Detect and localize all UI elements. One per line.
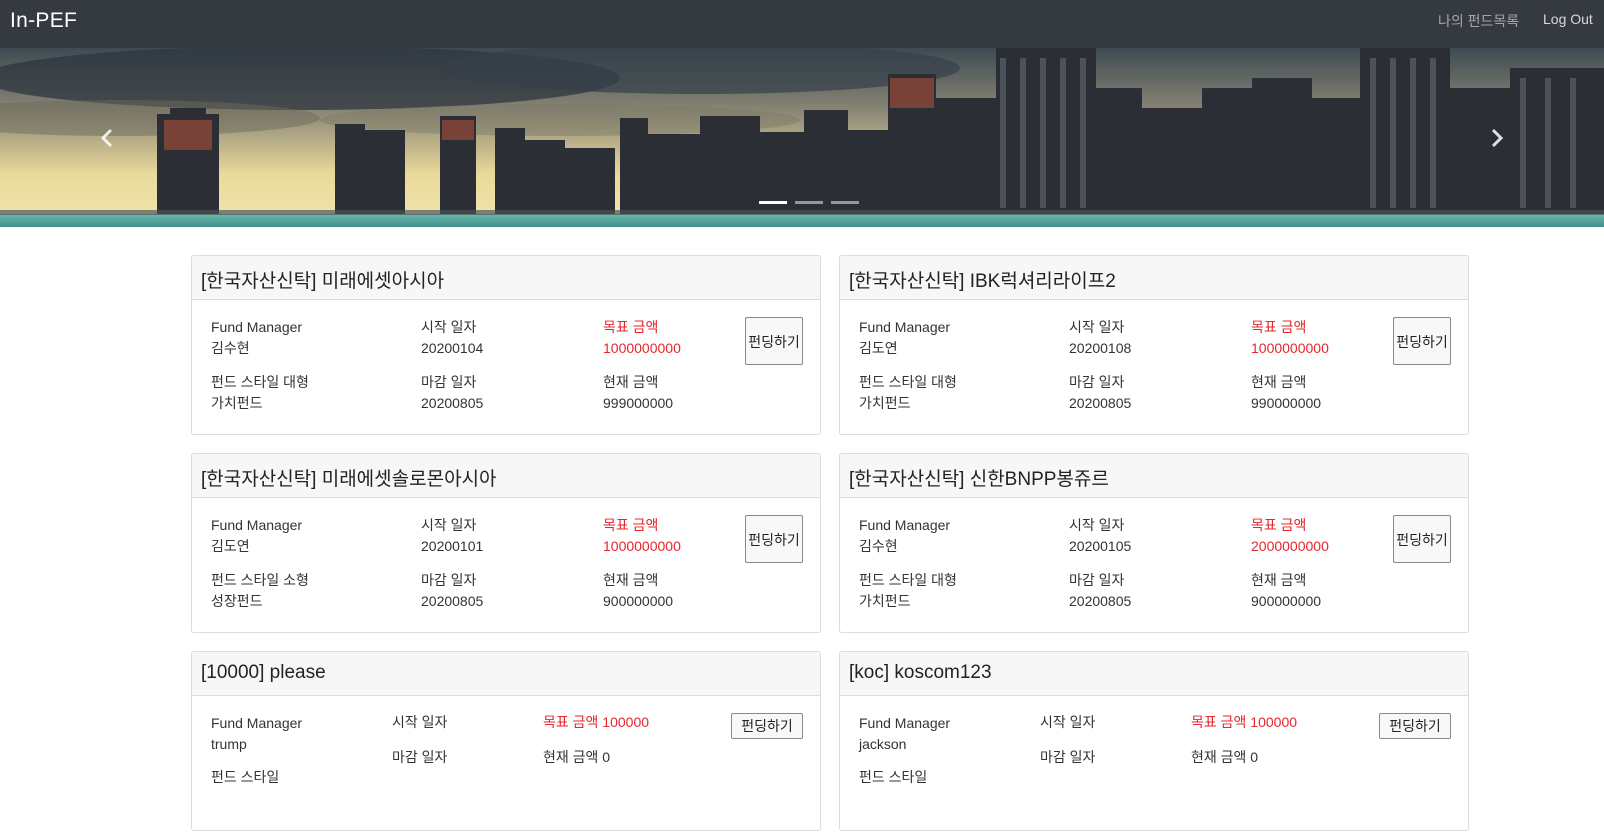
- start-date-label: 시작 일자: [1069, 517, 1125, 533]
- fund-manager-value: trump: [211, 736, 247, 752]
- chevron-right-icon: [1491, 128, 1504, 147]
- start-date-label: 시작 일자: [421, 517, 477, 533]
- fund-manager-value: 김수현: [211, 340, 250, 356]
- target-amount-label: 목표 금액: [603, 319, 659, 335]
- funding-button[interactable]: 펀딩하기: [745, 317, 803, 365]
- start-date-value: 20200104: [421, 340, 484, 356]
- fund-style-label: 펀드 스타일: [859, 769, 928, 785]
- fund-manager-value: 김도연: [211, 538, 250, 554]
- target-amount-value: 1000000000: [1251, 340, 1329, 356]
- fund-type-value: 가치펀드: [211, 395, 263, 411]
- funding-button[interactable]: 펀딩하기: [1379, 713, 1451, 739]
- fund-manager-label: Fund Manager: [859, 715, 951, 731]
- end-date-label: 마감 일자: [1069, 374, 1125, 390]
- hero-carousel: [0, 48, 1604, 227]
- target-amount-label: 목표 금액: [1251, 517, 1307, 533]
- current-amount-text: 현재 금액 0: [1191, 749, 1259, 765]
- fund-manager-label: Fund Manager: [211, 715, 303, 731]
- start-date-label: 시작 일자: [421, 319, 477, 335]
- fund-card: [한국자산신탁] 미래에셋아시아 Fund Manager 김수현 펀드 스타일…: [191, 255, 821, 435]
- nav-logout-link[interactable]: Log Out: [1543, 11, 1593, 27]
- current-amount-label: 현재 금액: [1251, 374, 1307, 390]
- current-amount-label: 현재 금액: [603, 374, 659, 390]
- target-amount-value: 2000000000: [1251, 538, 1329, 554]
- start-date-value: 20200108: [1069, 340, 1132, 356]
- end-date-label: 마감 일자: [421, 374, 477, 390]
- current-amount-value: 990000000: [1251, 395, 1322, 411]
- fund-manager-label: Fund Manager: [859, 517, 951, 533]
- carousel-indicator[interactable]: [831, 201, 859, 204]
- target-amount-label: 목표 금액: [1251, 319, 1307, 335]
- fund-style-label: 펀드 스타일: [211, 769, 280, 785]
- current-amount-label: 현재 금액: [1251, 572, 1307, 588]
- current-amount-text: 현재 금액 0: [543, 749, 611, 765]
- fund-card: [한국자산신탁] IBK럭셔리라이프2 Fund Manager 김도연 펀드 …: [839, 255, 1469, 435]
- current-amount-value: 900000000: [1251, 593, 1322, 609]
- fund-style-value: 펀드 스타일 대형: [859, 572, 957, 588]
- funding-button[interactable]: 펀딩하기: [1393, 317, 1451, 365]
- end-date-value: 20200805: [421, 395, 484, 411]
- current-amount-value: 900000000: [603, 593, 674, 609]
- funding-button[interactable]: 펀딩하기: [745, 515, 803, 563]
- target-amount-label: 목표 금액: [603, 517, 659, 533]
- carousel-indicator[interactable]: [759, 201, 787, 204]
- fund-title: [koc] koscom123: [840, 652, 1468, 696]
- carousel-indicators: [759, 201, 859, 204]
- fund-manager-value: 김수현: [859, 538, 898, 554]
- fund-style-value: 펀드 스타일 대형: [859, 374, 957, 390]
- chevron-left-icon: [100, 128, 113, 147]
- end-date-value: 20200805: [1069, 395, 1132, 411]
- fund-card: [한국자산신탁] 미래에셋솔로몬아시아 Fund Manager 김도연 펀드 …: [191, 453, 821, 633]
- brand-logo[interactable]: In-PEF: [10, 9, 77, 33]
- end-date-label: 마감 일자: [421, 572, 477, 588]
- target-amount-value: 1000000000: [603, 538, 681, 554]
- fund-title: [한국자산신탁] 미래에셋솔로몬아시아: [192, 454, 820, 498]
- target-amount-text: 목표 금액 100000: [1191, 714, 1298, 730]
- fund-manager-label: Fund Manager: [211, 517, 303, 533]
- fund-title: [한국자산신탁] 미래에셋아시아: [192, 256, 820, 300]
- current-amount-label: 현재 금액: [603, 572, 659, 588]
- end-date-value: 20200805: [1069, 593, 1132, 609]
- start-date-value: 20200101: [421, 538, 484, 554]
- start-date-value: 20200105: [1069, 538, 1132, 554]
- end-date-label: 마감 일자: [392, 749, 448, 765]
- end-date-label: 마감 일자: [1069, 572, 1125, 588]
- fund-type-value: 성장펀드: [211, 593, 263, 609]
- fund-type-value: 가치펀드: [859, 593, 911, 609]
- fund-manager-value: jackson: [859, 736, 907, 752]
- fund-title: [한국자산신탁] IBK럭셔리라이프2: [840, 256, 1468, 300]
- funding-button[interactable]: 펀딩하기: [731, 713, 803, 739]
- start-date-label: 시작 일자: [1069, 319, 1125, 335]
- carousel-prev-button[interactable]: [0, 48, 214, 227]
- funding-button[interactable]: 펀딩하기: [1393, 515, 1451, 563]
- fund-card: [한국자산신탁] 신한BNPP봉쥬르 Fund Manager 김수현 펀드 스…: [839, 453, 1469, 633]
- fund-title: [한국자산신탁] 신한BNPP봉쥬르: [840, 454, 1468, 498]
- target-amount-value: 1000000000: [603, 340, 681, 356]
- carousel-next-button[interactable]: [1390, 48, 1604, 227]
- start-date-label: 시작 일자: [392, 714, 448, 730]
- fund-style-value: 펀드 스타일 대형: [211, 374, 309, 390]
- end-date-label: 마감 일자: [1040, 749, 1096, 765]
- fund-manager-label: Fund Manager: [211, 319, 303, 335]
- fund-card: [koc] koscom123 Fund Manager jackson 펀드 …: [839, 651, 1469, 831]
- fund-style-value: 펀드 스타일 소형: [211, 572, 309, 588]
- end-date-value: 20200805: [421, 593, 484, 609]
- fund-manager-value: 김도연: [859, 340, 898, 356]
- fund-type-value: 가치펀드: [859, 395, 911, 411]
- fund-title: [10000] please: [192, 652, 820, 696]
- target-amount-text: 목표 금액 100000: [543, 714, 650, 730]
- fund-card: [10000] please Fund Manager trump 펀드 스타일…: [191, 651, 821, 831]
- current-amount-value: 999000000: [603, 395, 674, 411]
- start-date-label: 시작 일자: [1040, 714, 1096, 730]
- carousel-indicator[interactable]: [795, 201, 823, 204]
- navbar: In-PEF 나의 펀드목록 Log Out: [0, 0, 1604, 48]
- nav-my-funds-link[interactable]: 나의 펀드목록: [1438, 11, 1519, 31]
- fund-manager-label: Fund Manager: [859, 319, 951, 335]
